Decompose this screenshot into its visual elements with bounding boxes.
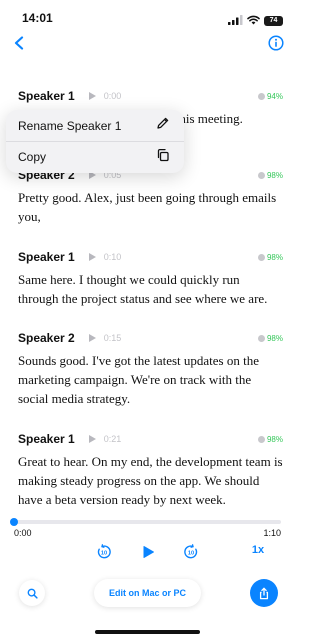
segment-header: Speaker 1 0:00 94% [18,86,283,106]
confidence-value: 98% [266,434,283,444]
play-segment-button[interactable] [85,89,99,103]
confidence-value: 98% [266,333,283,343]
confidence-badge: 98% [257,252,283,262]
segment-text[interactable]: Sounds good. I've got the latest updates… [18,351,283,408]
confidence-badge: 98% [257,333,283,343]
menu-item-label: Rename Speaker 1 [18,118,122,133]
edit-on-mac-or-pc-button[interactable]: Edit on Mac or PC [94,579,201,607]
playback-scrubber[interactable] [10,518,281,526]
segment-header: Speaker 1 0:21 98% [18,429,283,449]
playback-speed-button[interactable]: 1x [246,544,270,560]
transcript-segment[interactable]: Speaker 1 0:21 98% Great to hear. On my … [18,429,283,509]
menu-item-rename-speaker[interactable]: Rename Speaker 1 [6,110,184,141]
copy-icon [156,148,170,167]
play-segment-button[interactable] [85,432,99,446]
play-icon [143,546,154,558]
segment-text[interactable]: Same here. I thought we could quickly ru… [18,270,283,308]
skip-forward-icon: 10 [184,544,198,559]
speaker-name[interactable]: Speaker 1 [18,250,75,264]
back-button[interactable] [8,34,30,56]
confidence-icon [257,92,265,100]
segment-time: 0:00 [103,91,122,101]
current-time: 0:00 [14,528,32,538]
speaker-name[interactable]: Speaker 1 [18,89,75,103]
status-bar: 14:01 74 [0,0,295,34]
transcript-segment[interactable]: Speaker 2 0:05 98% Pretty good. Alex, ju… [18,165,283,226]
menu-item-label: Copy [18,150,47,164]
info-icon [268,34,284,56]
confidence-icon [257,253,265,261]
share-icon [259,587,269,599]
confidence-badge: 98% [257,434,283,444]
confidence-value: 98% [266,170,283,180]
play-icon [88,435,96,443]
scrubber-knob[interactable] [10,518,18,526]
play-icon [88,92,96,100]
status-icons: 74 [228,12,283,30]
speaker-name[interactable]: Speaker 1 [18,432,75,446]
segment-text[interactable]: Great to hear. On my end, the developmen… [18,452,283,509]
segment-time: 0:21 [103,434,122,444]
skip-forward-seconds: 10 [188,551,194,557]
confidence-icon [257,435,265,443]
transcript-segment[interactable]: Speaker 1 0:10 98% Same here. I thought … [18,247,283,308]
transcript-segment[interactable]: Speaker 2 0:15 98% Sounds good. I've got… [18,328,283,408]
confidence-value: 94% [266,91,283,101]
search-button[interactable] [19,580,45,606]
share-button[interactable] [250,579,278,607]
search-icon [27,588,38,599]
segment-time: 0:15 [103,333,122,343]
pencil-icon [156,116,170,135]
chevron-left-icon [13,35,25,55]
skip-back-icon: 10 [97,544,111,559]
play-segment-button[interactable] [85,331,99,345]
play-button[interactable] [138,542,158,562]
segment-time: 0:10 [103,252,122,262]
menu-item-copy[interactable]: Copy [6,141,184,172]
segment-header: Speaker 2 0:15 98% [18,328,283,348]
skip-forward-button[interactable]: 10 [181,542,201,562]
context-menu: Rename Speaker 1 Copy [6,110,184,173]
status-time: 14:01 [22,11,53,25]
confidence-badge: 98% [257,170,283,180]
play-icon [88,334,96,342]
total-time: 1:10 [263,528,281,538]
info-button[interactable] [265,34,287,56]
confidence-value: 98% [266,252,283,262]
speaker-name[interactable]: Speaker 2 [18,331,75,345]
confidence-badge: 94% [257,91,283,101]
segment-header: Speaker 1 0:10 98% [18,247,283,267]
confidence-icon [257,171,265,179]
wifi-icon [247,12,260,30]
play-icon [88,253,96,261]
skip-back-seconds: 10 [101,551,107,557]
play-segment-button[interactable] [85,250,99,264]
home-indicator [95,630,200,634]
skip-back-button[interactable]: 10 [94,542,114,562]
battery-icon: 74 [264,16,283,26]
confidence-icon [257,334,265,342]
signal-icon [228,12,243,30]
segment-text[interactable]: Pretty good. Alex, just been going throu… [18,188,283,226]
